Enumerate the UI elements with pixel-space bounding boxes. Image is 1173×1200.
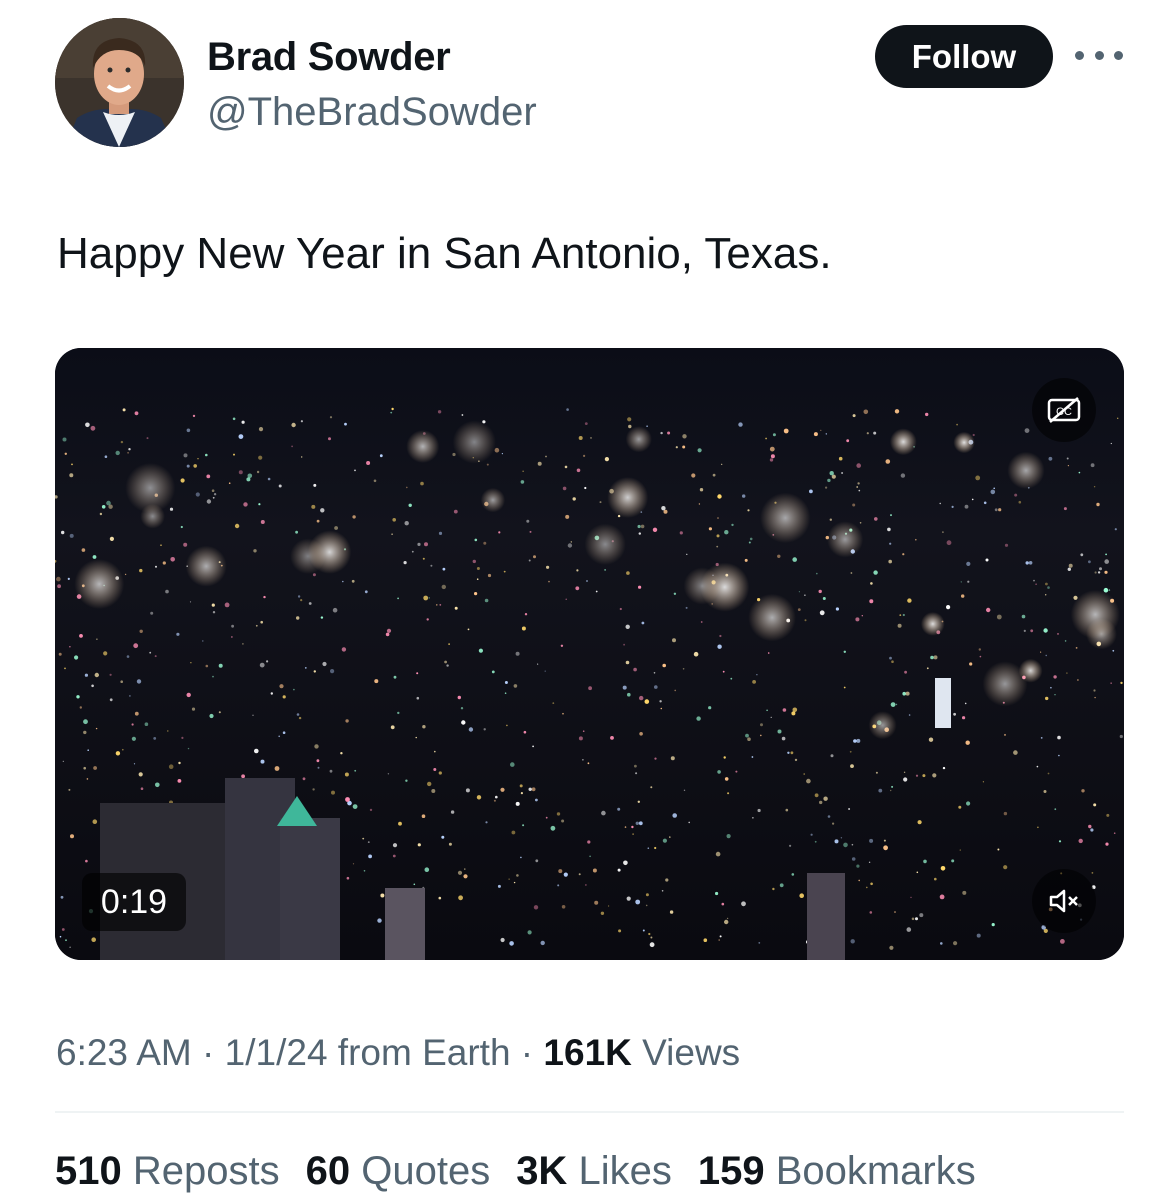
reposts-stat[interactable]: 510 Reposts	[55, 1144, 280, 1198]
dot	[1114, 50, 1123, 60]
profile-photo	[55, 18, 184, 147]
video-player[interactable]: CC 0:19	[55, 348, 1124, 960]
tweet-meta: 6:23 AM · 1/1/24 from Earth · 161K Views	[56, 1028, 740, 1078]
separator: ·	[191, 1032, 225, 1073]
bookmarks-label: Bookmarks	[764, 1149, 976, 1193]
reposts-count: 510	[55, 1149, 122, 1193]
tweet-time[interactable]: 6:23 AM	[56, 1032, 192, 1073]
dot	[1075, 50, 1084, 60]
muted-speaker-icon[interactable]	[1032, 869, 1096, 933]
likes-stat[interactable]: 3K Likes	[516, 1144, 672, 1198]
engagement-stats: 510 Reposts 60 Quotes 3K Likes 159 Bookm…	[55, 1144, 1002, 1198]
views-count: 161K	[543, 1032, 632, 1073]
quotes-label: Quotes	[350, 1149, 491, 1193]
video-frame	[55, 348, 1124, 960]
bookmarks-stat[interactable]: 159 Bookmarks	[698, 1144, 976, 1198]
user-handle[interactable]: @TheBradSowder	[207, 88, 537, 136]
follow-button[interactable]: Follow	[875, 25, 1053, 88]
bookmarks-count: 159	[697, 1149, 765, 1193]
views-label: Views	[631, 1032, 741, 1073]
video-duration: 0:19	[82, 873, 186, 931]
likes-count: 3K	[516, 1149, 568, 1193]
display-name[interactable]: Brad Sowder	[207, 33, 451, 81]
separator: ·	[510, 1032, 544, 1073]
tweet-text: Happy New Year in San Antonio, Texas.	[57, 229, 832, 278]
captions-off-icon[interactable]: CC	[1032, 378, 1096, 442]
divider	[55, 1111, 1124, 1113]
quotes-stat[interactable]: 60 Quotes	[306, 1144, 491, 1198]
avatar[interactable]	[55, 18, 184, 147]
likes-label: Likes	[567, 1149, 672, 1193]
more-horizontal-icon[interactable]	[1075, 40, 1123, 70]
dot	[1094, 50, 1104, 60]
reposts-label: Reposts	[121, 1149, 280, 1193]
tweet-date-source[interactable]: 1/1/24 from Earth	[225, 1032, 511, 1073]
quotes-count: 60	[305, 1149, 351, 1193]
